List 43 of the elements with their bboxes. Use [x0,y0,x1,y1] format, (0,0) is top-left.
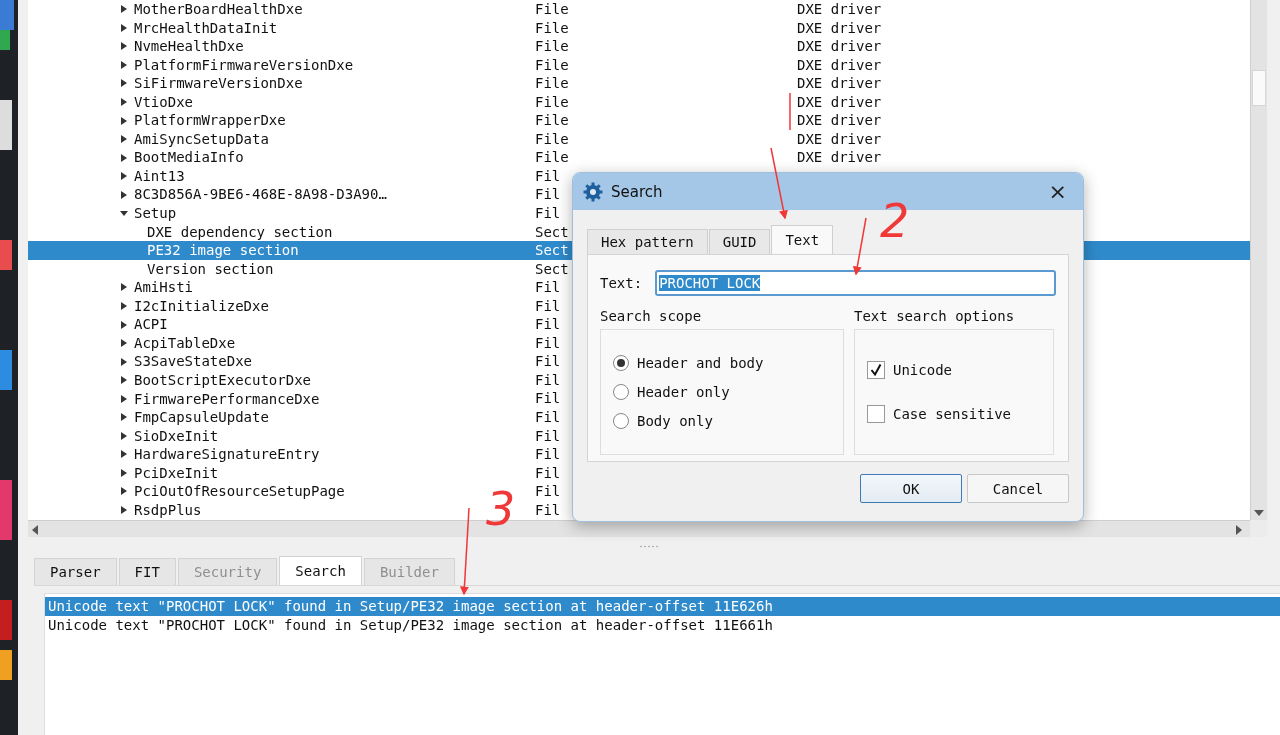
tree-item-type: File [535,149,569,166]
tree-item-type: File [535,38,569,55]
dialog-title: Search [611,182,664,201]
tree-item-type: Fil [535,446,561,463]
tree-item-type: Fil [535,464,561,481]
tree-item-subtype: DXE driver [797,130,882,147]
tree-item-subtype: DXE driver [797,38,882,55]
group-title: Text search options [854,308,1016,324]
tree-item-type: File [535,19,569,36]
tree-item-type: Fil [535,334,561,351]
tree-item-subtype: DXE driver [797,112,882,129]
tree-item-type: Fil [535,409,561,426]
tree-item-type: File [535,93,569,110]
annotation-number: 2 [880,194,910,248]
tree-item-type: Sect [535,223,569,240]
tree-item-type: Sect [535,260,569,277]
tree-item-type: File [535,75,569,92]
tree-item-type: Sect [535,242,569,259]
tree-item-subtype: DXE driver [797,93,882,110]
tree-item-type: Fil [535,205,561,221]
tree-item-type: Fil [535,297,561,314]
tree-item-type: Fil [535,371,561,388]
tree-item-type: File [535,56,569,73]
tree-item-type: Fil [535,483,561,500]
text-label: Text: [600,275,643,291]
tree-item-type: Fil [535,427,561,444]
tree-item-subtype: DXE driver [797,56,882,73]
tree-item-type: File [535,130,569,147]
tree-item-type: Fil [535,353,561,370]
tree-item-type: Fil [535,186,561,203]
tree-item-type: Fil [535,167,561,184]
tree-item-type: Fil [535,316,561,333]
tree-item-subtype: DXE driver [797,19,882,36]
annotation-number: 3 [486,482,516,536]
tree-item-type: Fil [535,279,561,296]
tree-item-type: File [535,1,569,17]
tree-item-subtype: DXE driver [797,1,882,17]
tree-item-type: Fil [535,501,561,518]
tree-item-subtype: DXE driver [797,149,882,166]
tree-item-type: File [535,112,569,129]
group-title: Search scope [600,308,703,324]
tree-item-type: Fil [535,390,561,407]
tree-item-subtype: DXE driver [797,75,882,92]
